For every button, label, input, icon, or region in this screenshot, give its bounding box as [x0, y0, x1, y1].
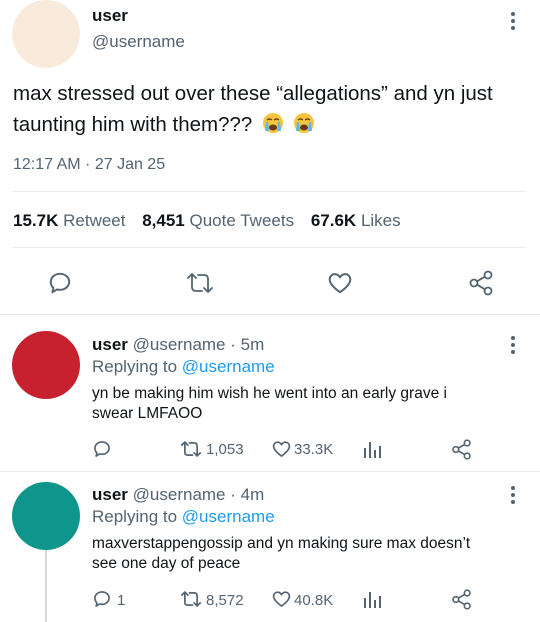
- reply-text-line: swear LMFAOO: [92, 405, 203, 422]
- retweet-icon: [187, 273, 213, 293]
- tweet-stats: 15.7K Retweet 8,451 Quote Tweets 67.6K L…: [13, 211, 401, 231]
- display-name[interactable]: user: [92, 6, 128, 26]
- avatar[interactable]: [12, 0, 80, 68]
- handle[interactable]: @username: [133, 335, 226, 354]
- display-name[interactable]: user: [92, 485, 128, 504]
- tweet-text: max stressed out over these “allegations…: [13, 78, 513, 140]
- tweet-text-body: max stressed out over these “allegations…: [13, 82, 493, 136]
- quotes-label: Quote Tweets: [189, 211, 295, 230]
- retweet-icon: [180, 441, 202, 457]
- loudly-crying-face-icon: [293, 113, 314, 133]
- retweet-button[interactable]: [180, 439, 202, 459]
- likes-count: 67.6K: [310, 211, 357, 230]
- divider: [0, 471, 540, 472]
- share-button[interactable]: [451, 589, 472, 610]
- replying-to-handle[interactable]: @username: [182, 357, 275, 376]
- like-button[interactable]: [271, 589, 292, 609]
- display-name[interactable]: user: [92, 335, 128, 354]
- reply-count: 1: [117, 592, 126, 609]
- handle[interactable]: @username: [92, 32, 185, 52]
- share-icon: [452, 439, 471, 460]
- reply-text: maxverstappengossip and yn making sure m…: [92, 534, 532, 574]
- replying-to: Replying to @username: [92, 357, 275, 377]
- reply-icon: [94, 591, 110, 607]
- reply-text-line: maxverstappengossip and yn making sure m…: [92, 535, 471, 552]
- retweets-count: 15.7K: [13, 211, 59, 230]
- reply-button[interactable]: [92, 589, 112, 609]
- avatar[interactable]: [12, 331, 80, 399]
- analytics-icon: [364, 592, 381, 608]
- reply-text-line: yn be making him wish he went into an ea…: [92, 385, 447, 402]
- replying-to-label: Replying to: [92, 507, 178, 526]
- reply-time[interactable]: · 5m: [230, 335, 264, 354]
- divider: [13, 247, 527, 248]
- handle[interactable]: @username: [133, 485, 226, 504]
- analytics-button[interactable]: [362, 589, 382, 609]
- retweet-count: 1,053: [206, 441, 244, 458]
- likes-label: Likes: [360, 211, 401, 230]
- like-count: 33.3K: [294, 441, 334, 458]
- retweet-icon: [180, 591, 202, 607]
- avatar[interactable]: [12, 482, 80, 550]
- tweet-timestamp[interactable]: 12:17 AM · 27 Jan 25: [13, 156, 165, 174]
- reply-icon: [49, 272, 71, 294]
- replying-to-handle[interactable]: @username: [182, 507, 275, 526]
- retweet-count: 8,572: [206, 592, 244, 609]
- analytics-icon: [364, 442, 381, 458]
- share-button[interactable]: [468, 270, 494, 296]
- heart-icon: [272, 591, 291, 607]
- thread-line: [45, 550, 47, 622]
- like-count: 40.8K: [294, 592, 334, 609]
- share-icon: [469, 270, 493, 296]
- divider: [0, 314, 540, 315]
- retweet-button[interactable]: [180, 589, 202, 609]
- reply-header: user @username · 4m: [92, 485, 264, 505]
- loudly-crying-face-icon: [263, 113, 284, 133]
- replying-to: Replying to @username: [92, 507, 275, 527]
- reply-time[interactable]: · 4m: [230, 485, 264, 504]
- share-icon: [452, 589, 471, 610]
- quotes-stat[interactable]: 8,451 Quote Tweets: [142, 211, 294, 230]
- divider: [13, 191, 527, 192]
- reply-icon: [94, 441, 110, 457]
- analytics-button[interactable]: [362, 439, 382, 459]
- likes-stat[interactable]: 67.6K Likes: [311, 211, 401, 230]
- quotes-count: 8,451: [142, 211, 185, 230]
- more-options-icon[interactable]: [511, 336, 515, 357]
- retweets-stat[interactable]: 15.7K Retweet: [13, 211, 125, 230]
- reply-header: user @username · 5m: [92, 335, 264, 355]
- heart-icon: [272, 441, 291, 457]
- share-button[interactable]: [451, 439, 472, 460]
- reply-text-line: see one day of peace: [92, 555, 241, 572]
- more-options-icon[interactable]: [511, 486, 515, 507]
- replying-to-label: Replying to: [92, 357, 178, 376]
- retweet-button[interactable]: [186, 270, 214, 296]
- like-button[interactable]: [327, 270, 353, 296]
- retweets-label: Retweet: [63, 211, 126, 230]
- reply-button[interactable]: [47, 270, 73, 296]
- reply-button[interactable]: [92, 439, 112, 459]
- like-button[interactable]: [271, 439, 292, 459]
- reply-text: yn be making him wish he went into an ea…: [92, 384, 522, 424]
- heart-icon: [328, 273, 352, 294]
- more-options-icon[interactable]: [511, 12, 515, 33]
